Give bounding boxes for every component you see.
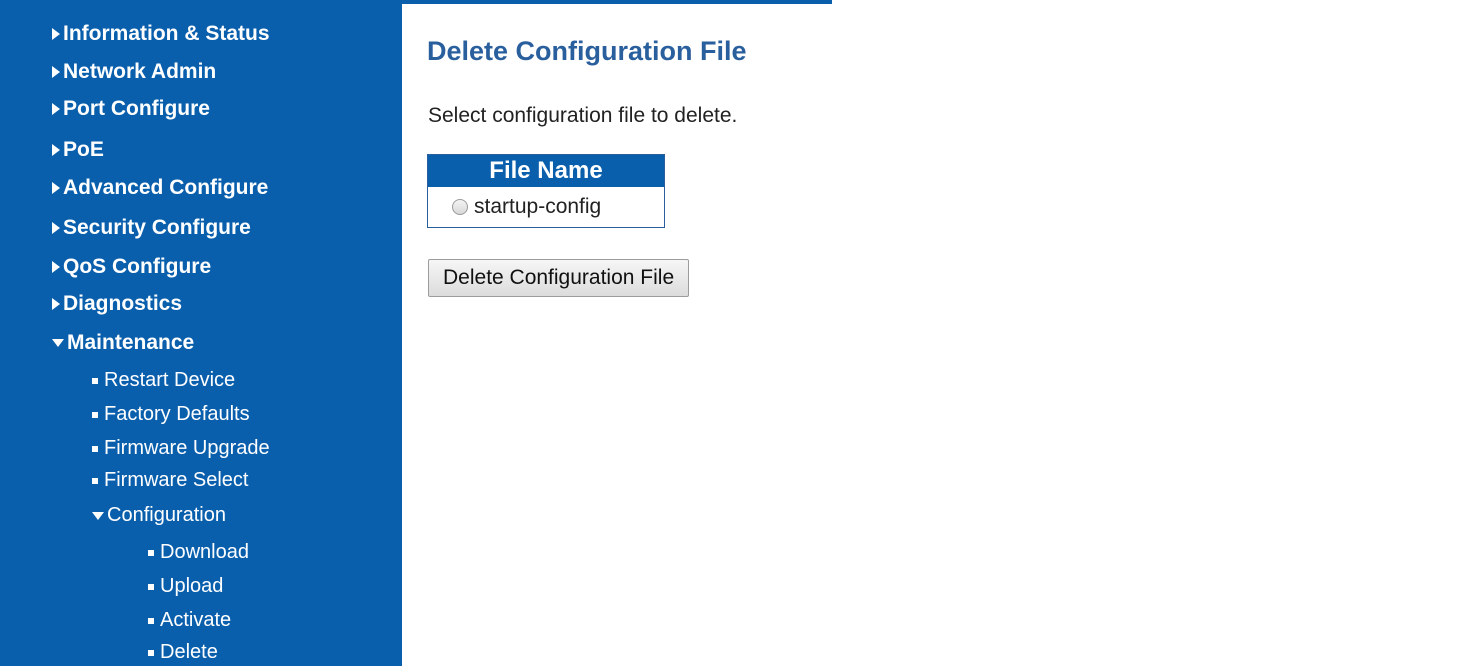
sidebar-item-label: Maintenance — [67, 331, 195, 354]
sidebar-item-activate[interactable]: Activate — [148, 609, 231, 632]
sidebar-item-label: Download — [160, 541, 249, 563]
sidebar-item-label: Port Configure — [63, 97, 210, 120]
bullet-icon — [92, 445, 98, 452]
file-radio-button[interactable] — [452, 199, 468, 216]
sidebar-item-configuration[interactable]: Configuration — [92, 504, 226, 527]
file-name-header: File Name — [427, 154, 665, 187]
sidebar-item-label: QoS Configure — [63, 255, 212, 278]
sidebar-item-restart-device[interactable]: Restart Device — [92, 369, 235, 392]
caret-right-icon — [52, 103, 60, 115]
sidebar-item-qos-configure[interactable]: QoS Configure — [52, 255, 211, 279]
delete-configuration-file-button[interactable]: Delete Configuration File — [428, 259, 690, 297]
sidebar-item-label: Firmware Upgrade — [104, 437, 270, 459]
sidebar-item-security-configure[interactable]: Security Configure — [52, 216, 251, 240]
sidebar-item-label: Diagnostics — [63, 292, 183, 315]
sidebar-item-label: Restart Device — [104, 369, 236, 391]
sidebar-item-label: Network Admin — [63, 60, 217, 83]
page-title: Delete Configuration File — [427, 36, 747, 66]
caret-right-icon — [52, 28, 60, 40]
sidebar-item-label: Security Configure — [63, 216, 251, 239]
bullet-icon — [148, 649, 154, 656]
sidebar-item-maintenance[interactable]: Maintenance — [52, 331, 194, 355]
sidebar-item-diagnostics[interactable]: Diagnostics — [52, 292, 182, 316]
file-table: File Name startup-config — [427, 154, 665, 228]
sidebar-item-advanced-configure[interactable]: Advanced Configure — [52, 176, 268, 200]
bullet-icon — [148, 617, 154, 624]
file-cell: startup-config — [428, 187, 665, 228]
sidebar-item-firmware-select[interactable]: Firmware Select — [92, 469, 248, 492]
bullet-icon — [148, 583, 154, 590]
sidebar-item-port-configure[interactable]: Port Configure — [52, 97, 210, 121]
caret-right-icon — [52, 261, 60, 273]
sidebar-item-label: Factory Defaults — [104, 403, 250, 425]
sidebar-item-firmware-upgrade[interactable]: Firmware Upgrade — [92, 437, 270, 460]
sidebar-item-label: Firmware Select — [104, 469, 249, 491]
bullet-icon — [92, 477, 98, 484]
table-header-row: File Name — [427, 154, 665, 187]
sidebar-item-label: Configuration — [107, 504, 226, 526]
sidebar-item-network-admin[interactable]: Network Admin — [52, 60, 216, 84]
sidebar-item-download[interactable]: Download — [148, 541, 249, 564]
table-row: startup-config — [428, 187, 665, 228]
bullet-icon — [92, 411, 98, 418]
sidebar-item-information-status[interactable]: Information & Status — [52, 22, 270, 46]
sidebar-item-label: Advanced Configure — [63, 176, 269, 199]
instruction-text: Select configuration file to delete. — [428, 104, 738, 127]
caret-right-icon — [52, 182, 60, 194]
caret-down-icon — [92, 511, 104, 520]
file-name-text: startup-config — [474, 195, 602, 218]
top-border-strip — [402, 0, 832, 4]
sidebar-item-delete[interactable]: Delete — [148, 641, 218, 664]
sidebar-item-factory-defaults[interactable]: Factory Defaults — [92, 403, 250, 426]
bullet-icon — [148, 549, 154, 556]
sidebar-item-label: Activate — [160, 609, 232, 631]
sidebar-item-label: Delete — [160, 641, 218, 663]
caret-down-icon — [52, 339, 64, 347]
bullet-icon — [92, 377, 98, 384]
sidebar-item-label: Upload — [160, 575, 224, 597]
sidebar-item-label: Information & Status — [63, 22, 270, 45]
page: Information & Status Network Admin Port … — [0, 0, 1468, 666]
caret-right-icon — [52, 66, 60, 78]
sidebar-item-upload[interactable]: Upload — [148, 575, 223, 598]
sidebar-item-label: PoE — [63, 138, 104, 161]
sidebar-item-poe[interactable]: PoE — [52, 138, 104, 162]
caret-right-icon — [52, 222, 60, 234]
caret-right-icon — [52, 298, 60, 310]
caret-right-icon — [52, 144, 60, 156]
sidebar-nav: Information & Status Network Admin Port … — [0, 0, 402, 666]
